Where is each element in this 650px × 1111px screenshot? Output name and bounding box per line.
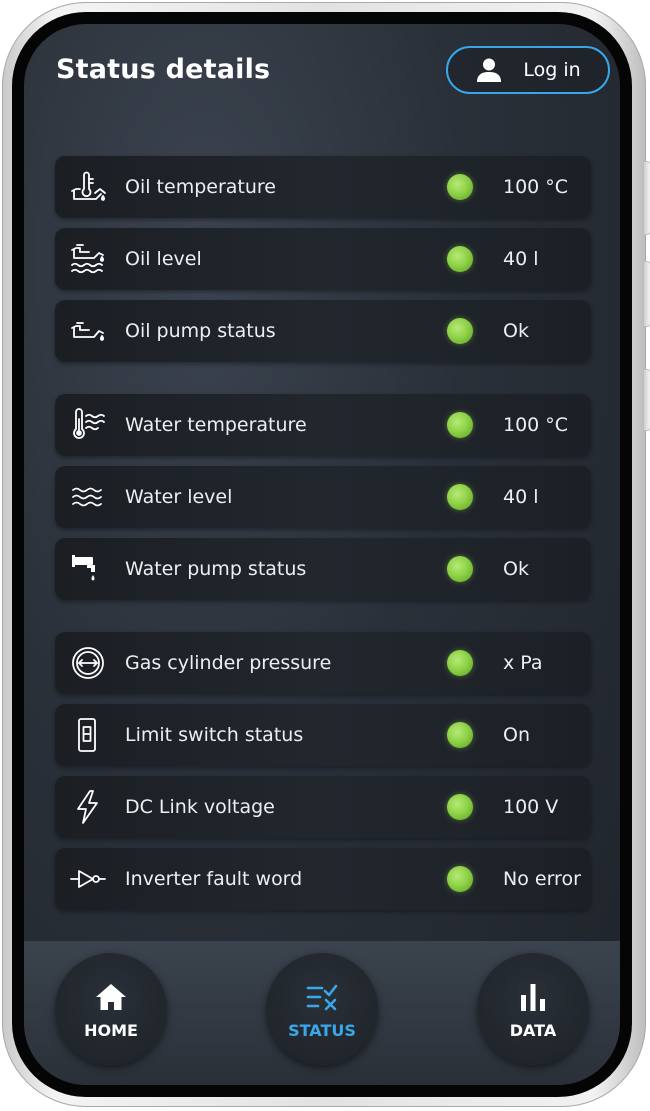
side-button-bottom [644, 370, 650, 430]
side-button-middle [644, 262, 650, 326]
status-indicator-light [447, 484, 473, 510]
status-label: Oil pump status [125, 320, 276, 342]
gas-pressure-icon [69, 645, 107, 681]
oil-temperature-icon [69, 169, 107, 205]
water-level-icon [69, 479, 107, 515]
nav-data-button[interactable]: DATA [477, 953, 589, 1065]
status-row-gas-cylinder-pressure: Gas cylinder pressure x Pa [55, 632, 591, 694]
oil-level-icon [69, 241, 107, 277]
status-indicator-light [447, 722, 473, 748]
status-label: Inverter fault word [125, 868, 303, 890]
status-indicator-light [447, 866, 473, 892]
status-row-water-temperature: Water temperature 100 °C [55, 394, 591, 456]
side-button-top [644, 162, 650, 234]
water-temperature-icon [69, 407, 107, 443]
oil-pump-icon [69, 313, 107, 349]
status-value: 40 l [503, 486, 539, 508]
lightning-icon [69, 789, 107, 825]
status-row-inverter-fault: Inverter fault word No error [55, 848, 591, 910]
status-indicator-light [447, 556, 473, 582]
status-indicator-light [447, 412, 473, 438]
app-screen: Status details Log in Oil temperature 10… [24, 24, 620, 1085]
status-value: Ok [503, 558, 529, 580]
nav-home-button[interactable]: HOME [55, 953, 167, 1065]
status-indicator-light [447, 174, 473, 200]
status-indicator-light [447, 794, 473, 820]
status-row-oil-pump: Oil pump status Ok [55, 300, 591, 362]
status-row-water-level: Water level 40 l [55, 466, 591, 528]
status-indicator-light [447, 650, 473, 676]
status-value: On [503, 724, 530, 746]
status-label: Limit switch status [125, 724, 304, 746]
nav-status-button[interactable]: STATUS [266, 953, 378, 1065]
status-label: Water temperature [125, 414, 307, 436]
status-value: 100 °C [503, 176, 569, 198]
login-button[interactable]: Log in [446, 46, 610, 94]
user-icon [477, 58, 502, 82]
status-value: x Pa [503, 652, 543, 674]
page-title: Status details [56, 54, 271, 85]
status-value: 100 V [503, 796, 559, 818]
home-icon [96, 983, 126, 1010]
limit-switch-icon [69, 717, 107, 753]
status-row-oil-level: Oil level 40 l [55, 228, 591, 290]
status-row-limit-switch: Limit switch status On [55, 704, 591, 766]
status-row-water-pump: Water pump status Ok [55, 538, 591, 600]
inverter-icon [69, 861, 107, 897]
status-label: Gas cylinder pressure [125, 652, 332, 674]
login-label: Log in [523, 59, 581, 81]
status-label: DC Link voltage [125, 796, 275, 818]
nav-data-label: DATA [509, 1020, 557, 1040]
status-label: Water level [125, 486, 233, 508]
status-value: Ok [503, 320, 529, 342]
status-value: 40 l [503, 248, 539, 270]
bar-chart-icon [521, 983, 545, 1011]
status-value: No error [503, 868, 581, 890]
status-row-dc-link-voltage: DC Link voltage 100 V [55, 776, 591, 838]
status-row-oil-temperature: Oil temperature 100 °C [55, 156, 591, 218]
nav-home-label: HOME [84, 1020, 138, 1040]
nav-status-label: STATUS [288, 1020, 356, 1040]
bottom-navigation: HOME STATUS DATA [24, 941, 620, 1085]
water-pump-icon [69, 551, 107, 587]
status-label: Oil level [125, 248, 202, 270]
checklist-icon [306, 984, 338, 1010]
status-label: Oil temperature [125, 176, 276, 198]
status-label: Water pump status [125, 558, 307, 580]
status-value: 100 °C [503, 414, 569, 436]
status-indicator-light [447, 318, 473, 344]
status-indicator-light [447, 246, 473, 272]
